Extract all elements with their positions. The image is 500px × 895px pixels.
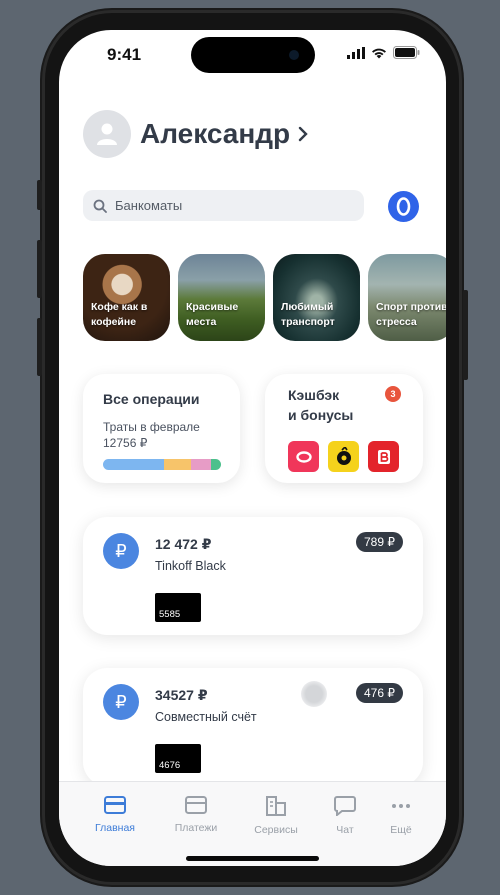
red-partner-icon[interactable] [368,441,399,472]
chat-icon [334,796,356,818]
circle-logo-icon [295,450,312,463]
spending-bar-segment [191,459,211,470]
cashback-pill: 789 ₽ [356,532,403,552]
partner-logo-icon [336,446,351,465]
user-icon [97,123,117,145]
account-card[interactable]: ₽ 12 472 ₽ Tinkoff Black 789 ₽ 5585 [83,517,423,635]
card-thumbnail[interactable]: 5585 [155,593,201,622]
ruble-icon: ₽ [103,684,139,720]
signal-icon [347,46,365,59]
mute-switch [37,180,42,210]
profile-name[interactable]: Александр [140,118,290,150]
status-icons [347,46,420,59]
cashback-widget[interactable]: Кэшбэк и бонусы 3 [265,374,423,483]
account-name: Tinkoff Black [155,559,226,573]
wifi-icon [372,48,386,58]
spending-amount: 12756 ₽ [103,436,148,450]
tab-payments[interactable]: Платежи [160,796,232,834]
spending-label: Траты в феврале [103,420,200,434]
tab-label: Главная [95,822,135,834]
partner-logo-icon [377,449,390,464]
story-label: Красивые места [186,301,239,328]
story-label: Спорт против стресса [376,301,446,328]
all-operations-widget[interactable]: Все операции Траты в феврале 12756 ₽ [83,374,240,483]
tab-home[interactable]: Главная [79,796,151,834]
story-sport[interactable]: Спорт против стресса [368,254,446,341]
spending-bar [103,459,221,470]
story-label: Любимый транспорт [281,301,335,328]
story-coffee[interactable]: Кофе как в кофейне [83,254,170,341]
power-button [463,290,468,380]
tab-more[interactable]: Ещё [365,796,437,836]
widget-title: Все операции [103,391,200,407]
volume-up-button [37,240,42,298]
card-last4: 4676 [159,760,181,771]
camera-icon [289,50,299,60]
more-dots-icon [392,804,410,808]
search-icon [93,199,107,213]
ruble-icon: ₽ [103,533,139,569]
chevron-right-icon[interactable] [298,126,308,142]
tab-label: Платежи [174,822,218,834]
card-last4: 5585 [159,609,181,620]
search-placeholder: Банкоматы [115,198,183,213]
yellow-partner-icon[interactable] [328,441,359,472]
story-label: Кофе как в кофейне [91,301,148,328]
status-bar: 9:41 [59,30,446,80]
battery-icon [393,46,420,59]
notification-badge: 3 [385,386,401,402]
spending-bar-segment [164,459,191,470]
search-input[interactable]: Банкоматы [83,190,364,221]
tab-services[interactable]: Сервисы [240,796,312,836]
profile-header[interactable]: Александр [83,110,308,158]
account-card[interactable]: ₽ 34527 ₽ Совместный счёт 476 ₽ 4676 [83,668,423,786]
account-balance: 34527 ₽ [155,687,208,703]
card-icon [104,796,126,814]
story-transport[interactable]: Любимый транспорт [273,254,360,341]
spending-bar-segment [103,459,164,470]
cashback-pill: 476 ₽ [356,683,403,703]
spending-bar-segment [211,459,221,470]
tab-label: Сервисы [254,824,298,836]
screen: 9:41 Александр Банкоматы Кофе как в кофе… [59,30,446,866]
tab-label: Ещё [390,824,412,836]
loading-spinner-icon [301,681,327,707]
cashback-title-line1: Кэшбэк [288,387,340,403]
account-balance: 12 472 ₽ [155,536,212,552]
ring-icon [396,197,411,216]
story-places[interactable]: Красивые места [178,254,265,341]
volume-down-button [37,318,42,376]
avatar[interactable] [83,110,131,158]
status-time: 9:41 [107,45,142,64]
card-thumbnail[interactable]: 4676 [155,744,201,773]
account-name: Совместный счёт [155,710,257,724]
payment-card-icon [185,796,207,814]
stories-row: Кофе как в кофейне Красивые места Любимы… [83,254,446,341]
ozon-style-icon[interactable] [288,441,319,472]
assistant-button[interactable] [388,191,419,222]
tab-bar: Главная Платежи Сервисы Чат Ещё [59,781,446,866]
dynamic-island [191,37,315,73]
cashback-title-line2: и бонусы [288,407,354,423]
buildings-icon [266,796,286,816]
home-indicator[interactable] [186,856,319,861]
